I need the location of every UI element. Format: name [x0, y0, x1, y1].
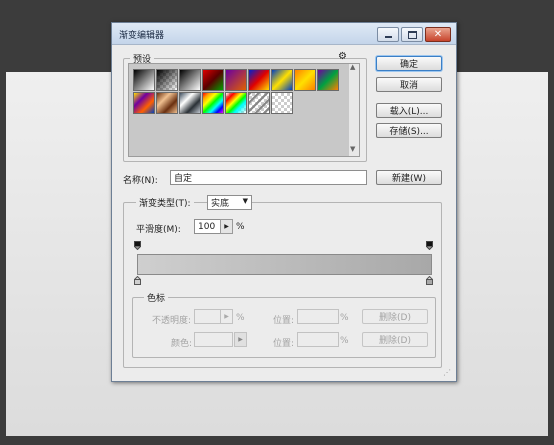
opacity-label: 不透明度:: [152, 316, 192, 326]
smoothness-label: 平滑度(M):: [136, 225, 181, 235]
gradient-type-value: 实底: [211, 199, 230, 209]
color-dropdown-button[interactable]: ▶: [234, 332, 247, 347]
gradient-preview-bar[interactable]: [137, 254, 432, 275]
gradient-editor-dialog: 渐变编辑器 ✕ 预设 ⚙ ▲ ▼ 确定 取消 载入(L)... 存储(S)...…: [111, 22, 457, 382]
color-label: 颜色:: [171, 339, 193, 349]
gradient-type-label: 渐变类型(T):: [136, 196, 194, 209]
preset-swatch[interactable]: [248, 92, 270, 114]
preset-swatch[interactable]: [179, 69, 201, 91]
preset-swatch[interactable]: [294, 69, 316, 91]
presets-list: [128, 63, 351, 157]
opacity-stop-left[interactable]: [134, 241, 141, 250]
title-bar[interactable]: 渐变编辑器 ✕: [112, 23, 456, 45]
opacity-dropdown-button[interactable]: ▶: [220, 309, 233, 324]
dropdown-arrow-icon: ▼: [242, 197, 248, 205]
gear-icon[interactable]: ⚙: [338, 51, 347, 62]
close-button[interactable]: ✕: [425, 27, 451, 42]
scroll-down-arrow-icon[interactable]: ▼: [350, 145, 355, 153]
ok-button[interactable]: 确定: [376, 56, 442, 71]
opacity-input[interactable]: [194, 309, 221, 324]
name-input[interactable]: 自定: [170, 170, 367, 185]
smoothness-dropdown-button[interactable]: ▶: [220, 219, 233, 234]
close-icon: ✕: [433, 28, 443, 40]
delete-color-stop-button[interactable]: 删除(D): [362, 332, 428, 347]
delete-opacity-stop-button[interactable]: 删除(D): [362, 309, 428, 324]
color-location-input[interactable]: [297, 332, 339, 347]
preset-swatch[interactable]: [202, 92, 224, 114]
preset-swatch[interactable]: [248, 69, 270, 91]
scroll-up-arrow-icon[interactable]: ▲: [350, 63, 355, 71]
preset-swatch[interactable]: [156, 92, 178, 114]
color-swatch-field[interactable]: [194, 332, 233, 347]
color-stop-left[interactable]: [134, 276, 141, 285]
presets-scrollbar[interactable]: ▲ ▼: [349, 63, 360, 157]
opacity-stop-right[interactable]: [426, 241, 433, 250]
stops-group-label: 色标: [144, 291, 169, 304]
new-button[interactable]: 新建(W): [376, 170, 442, 185]
preset-swatch[interactable]: [225, 69, 247, 91]
preset-swatch[interactable]: [133, 92, 155, 114]
color-location-label: 位置:: [273, 339, 295, 349]
preset-swatch[interactable]: [156, 69, 178, 91]
triangle-right-icon: ▶: [238, 336, 243, 343]
preset-swatch[interactable]: [317, 69, 339, 91]
dialog-title: 渐变编辑器: [119, 31, 165, 41]
smoothness-unit: %: [236, 222, 245, 232]
preset-swatch[interactable]: [179, 92, 201, 114]
save-button[interactable]: 存储(S)...: [376, 123, 442, 138]
triangle-right-icon: ▶: [224, 313, 229, 320]
smoothness-input[interactable]: 100: [194, 219, 221, 234]
opacity-unit: %: [236, 313, 245, 323]
preset-swatch[interactable]: [271, 69, 293, 91]
resize-grip-icon[interactable]: ⋰: [443, 368, 451, 377]
color-location-unit: %: [340, 336, 349, 346]
color-stop-right[interactable]: [426, 276, 433, 285]
maximize-button[interactable]: [401, 27, 423, 42]
opacity-location-label: 位置:: [273, 316, 295, 326]
cancel-button[interactable]: 取消: [376, 77, 442, 92]
opacity-location-input[interactable]: [297, 309, 339, 324]
preset-swatch[interactable]: [271, 92, 293, 114]
preset-swatch[interactable]: [225, 92, 247, 114]
opacity-location-unit: %: [340, 313, 349, 323]
maximize-icon: [407, 30, 417, 39]
triangle-right-icon: ▶: [224, 223, 229, 230]
preset-swatch[interactable]: [202, 69, 224, 91]
load-button[interactable]: 载入(L)...: [376, 103, 442, 118]
minimize-button[interactable]: [377, 27, 399, 42]
preset-swatch[interactable]: [133, 69, 155, 91]
name-label: 名称(N):: [123, 176, 158, 186]
gradient-type-select[interactable]: 实底 ▼: [207, 195, 252, 210]
minimize-icon: [384, 36, 392, 38]
